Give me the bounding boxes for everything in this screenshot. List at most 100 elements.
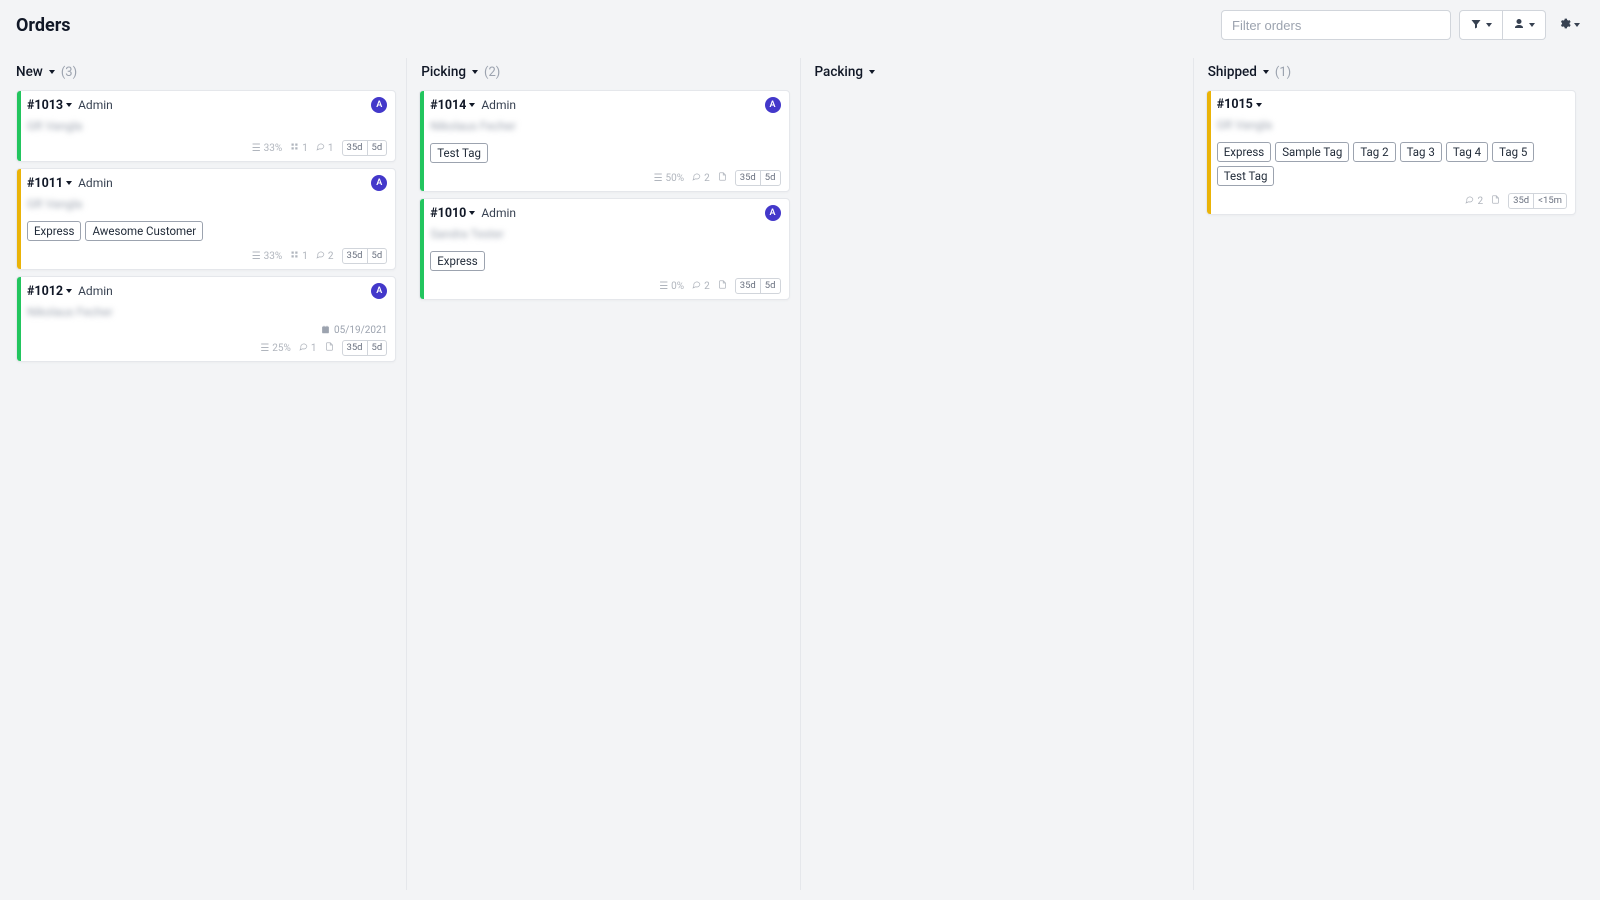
file-icon — [718, 172, 727, 184]
tag[interactable]: Test Tag — [430, 143, 488, 163]
card-header: #1013 Admin A — [27, 97, 387, 113]
comment-icon — [299, 342, 308, 354]
file-icon — [1491, 195, 1500, 207]
tag[interactable]: Tag 4 — [1446, 142, 1488, 162]
column-count: (1) — [1275, 65, 1291, 80]
order-id[interactable]: #1013 — [27, 98, 72, 113]
card-meta: ☰ 25% 1 35d — [27, 339, 387, 357]
attachment-indicator — [325, 342, 334, 354]
age-value: 35d — [1509, 194, 1533, 208]
avatar[interactable]: A — [765, 205, 781, 221]
settings-button[interactable] — [1554, 10, 1584, 40]
order-id-text: #1011 — [27, 176, 63, 191]
age-value: 35d — [343, 341, 367, 355]
gear-icon — [1558, 17, 1571, 33]
column-cards: #1013 Admin A GR Vangla ☰ 33% — [16, 90, 404, 362]
filter-button[interactable] — [1459, 10, 1503, 40]
order-card[interactable]: #1015 GR Vangla Express Sample Tag Tag 2… — [1206, 90, 1576, 215]
column-new: New (3) #1013 Admin A GR Vangla ☰ — [14, 58, 406, 890]
avatar[interactable]: A — [371, 97, 387, 113]
tag[interactable]: Express — [430, 251, 484, 271]
tag[interactable]: Awesome Customer — [85, 221, 203, 241]
tag[interactable]: Tag 2 — [1353, 142, 1395, 162]
age-value: 35d — [736, 279, 760, 293]
column-header[interactable]: New (3) — [16, 58, 404, 90]
age-value: 35d — [736, 171, 760, 185]
avatar[interactable]: A — [765, 97, 781, 113]
order-id[interactable]: #1011 — [27, 176, 72, 191]
order-id[interactable]: #1012 — [27, 284, 72, 299]
progress-value: 33% — [264, 251, 283, 262]
assignee-name: Admin — [78, 176, 113, 190]
avatar[interactable]: A — [371, 283, 387, 299]
user-button[interactable] — [1503, 10, 1546, 40]
kanban-board: New (3) #1013 Admin A GR Vangla ☰ — [0, 50, 1600, 898]
tag-list: Express — [430, 251, 780, 271]
stage-time-value: 5d — [367, 341, 387, 355]
tasks-icon: ☰ — [252, 251, 261, 262]
order-id[interactable]: #1010 — [430, 206, 475, 221]
progress-indicator: ☰ 33% — [252, 251, 283, 262]
tag[interactable]: Tag 3 — [1400, 142, 1442, 162]
order-id-text: #1015 — [1217, 97, 1253, 112]
comment-icon — [1465, 195, 1474, 207]
time-pills: 35d 5d — [735, 278, 781, 294]
caret-down-icon — [1256, 103, 1262, 107]
tag[interactable]: Test Tag — [1217, 166, 1275, 186]
column-cards: #1015 GR Vangla Express Sample Tag Tag 2… — [1196, 90, 1584, 215]
stage-time-value: 5d — [367, 141, 387, 155]
column-header[interactable]: Packing — [803, 58, 1191, 90]
time-pills: 35d 5d — [342, 340, 388, 356]
assignee-name: Admin — [481, 98, 516, 112]
comments-value: 2 — [704, 173, 710, 184]
tag[interactable]: Tag 5 — [1492, 142, 1534, 162]
order-card[interactable]: #1011 Admin A GR Vangla Express Awesome … — [16, 168, 396, 270]
order-id-text: #1010 — [430, 206, 466, 221]
filter-input[interactable] — [1221, 10, 1451, 40]
attachment-indicator — [718, 172, 727, 184]
due-date-value: 05/19/2021 — [334, 325, 387, 337]
customer-name-redacted: GR Vangla — [27, 197, 82, 211]
tag-list: Express Awesome Customer — [27, 221, 387, 241]
customer-name-redacted: GR Vangla — [27, 119, 82, 133]
column-header[interactable]: Picking (2) — [409, 58, 797, 90]
customer-name-redacted: GR Vangla — [1217, 118, 1272, 132]
stage-time-value: 5d — [760, 171, 780, 185]
subtasks-icon — [290, 250, 299, 262]
column-header[interactable]: Shipped (1) — [1196, 58, 1584, 90]
subtasks-indicator: 1 — [290, 250, 308, 262]
progress-value: 50% — [666, 173, 685, 184]
comment-icon — [692, 280, 701, 292]
age-value: 35d — [343, 249, 367, 263]
customer-name-redacted: Sandra Tester — [430, 227, 504, 241]
tag[interactable]: Express — [27, 221, 81, 241]
attachment-indicator — [718, 280, 727, 292]
order-card[interactable]: #1010 Admin A Sandra Tester Express ☰ 0% — [419, 198, 789, 300]
order-id[interactable]: #1014 — [430, 98, 475, 113]
assignee-name: Admin — [78, 284, 113, 298]
order-card[interactable]: #1014 Admin A Nikolaus Fecher Test Tag ☰… — [419, 90, 789, 192]
order-card[interactable]: #1012 Admin A Nikolaus Fecher 05/19/2021… — [16, 276, 396, 362]
comments-value: 2 — [1477, 196, 1483, 207]
comments-indicator: 1 — [316, 142, 334, 154]
time-pills: 35d 5d — [342, 140, 388, 156]
order-id[interactable]: #1015 — [1217, 97, 1262, 112]
progress-indicator: ☰ 0% — [659, 281, 684, 292]
caret-down-icon — [1574, 23, 1580, 27]
progress-indicator: ☰ 50% — [654, 173, 685, 184]
time-pills: 35d 5d — [735, 170, 781, 186]
column-shipped: Shipped (1) #1015 GR Vangla Express Samp… — [1193, 58, 1586, 890]
order-card[interactable]: #1013 Admin A GR Vangla ☰ 33% — [16, 90, 396, 162]
tag[interactable]: Express — [1217, 142, 1271, 162]
card-meta: 2 35d <15m — [1217, 192, 1567, 210]
card-header: #1010 Admin A — [430, 205, 780, 221]
column-count: (2) — [484, 65, 500, 80]
column-title: New — [16, 64, 43, 80]
avatar[interactable]: A — [371, 175, 387, 191]
subtasks-icon — [290, 142, 299, 154]
column-picking: Picking (2) #1014 Admin A Nikolaus Feche… — [406, 58, 799, 890]
comments-indicator: 2 — [692, 280, 710, 292]
file-icon — [325, 342, 334, 354]
tag[interactable]: Sample Tag — [1275, 142, 1349, 162]
page-header: Orders — [0, 0, 1600, 50]
